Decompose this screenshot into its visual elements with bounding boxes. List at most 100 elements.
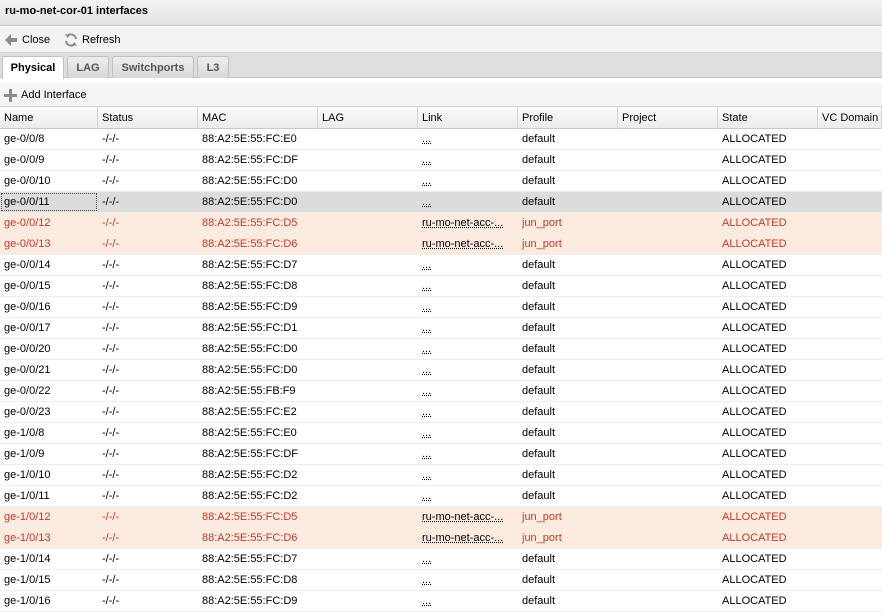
cell-mac: 88:A2:5E:55:FC:D6: [198, 528, 318, 548]
cell-lag: [318, 549, 418, 569]
link-cell-link[interactable]: ...: [422, 427, 431, 439]
link-cell-link[interactable]: ...: [422, 280, 431, 292]
cell-link: ...: [418, 486, 518, 506]
cell-vc-domain: [818, 192, 882, 212]
table-row[interactable]: ge-1/0/8 -/-/- 88:A2:5E:55:FC:E0... default…: [0, 423, 882, 444]
table-row[interactable]: ge-0/0/21 -/-/- 88:A2:5E:55:FC:D0... defaul…: [0, 360, 882, 381]
header-col-lag[interactable]: LAG: [318, 107, 418, 129]
table-row[interactable]: ge-0/0/22 -/-/- 88:A2:5E:55:FB:F9... defaul…: [0, 381, 882, 402]
cell-lag: [318, 591, 418, 611]
cell-status: -/-/-: [98, 255, 198, 275]
table-row[interactable]: ge-0/0/23 -/-/- 88:A2:5E:55:FC:E2... defaul…: [0, 402, 882, 423]
cell-vc-domain: [818, 150, 882, 170]
link-cell-link[interactable]: ...: [422, 553, 431, 565]
table-row[interactable]: ge-0/0/14 -/-/- 88:A2:5E:55:FC:D7... defaul…: [0, 255, 882, 276]
cell-vc-domain: [818, 297, 882, 317]
close-label: Close: [22, 34, 50, 46]
cell-project: [618, 192, 718, 212]
link-cell-link[interactable]: ...: [422, 301, 431, 313]
table-row[interactable]: ge-1/0/12 -/-/- 88:A2:5E:55:FC:D5 ru-mo-net…: [0, 507, 882, 528]
header-col-name[interactable]: Name: [0, 107, 98, 129]
link-cell-link[interactable]: ru-mo-net-acc-...: [422, 532, 503, 544]
link-cell-link[interactable]: ru-mo-net-acc-...: [422, 217, 503, 229]
cell-name: ge-1/0/11: [0, 486, 98, 506]
link-cell-link[interactable]: ...: [422, 259, 431, 271]
cell-status: -/-/-: [98, 402, 198, 422]
table-row[interactable]: ge-0/0/17 -/-/- 88:A2:5E:55:FC:D1... defaul…: [0, 318, 882, 339]
cell-status: -/-/-: [98, 381, 198, 401]
tab-l3[interactable]: L3: [197, 56, 229, 78]
cell-state: ALLOCATED: [718, 402, 818, 422]
cell-status: -/-/-: [98, 276, 198, 296]
add-interface-button[interactable]: Add Interface: [4, 87, 86, 103]
table-row[interactable]: ge-0/0/9 -/-/- 88:A2:5E:55:FC:DF... default…: [0, 150, 882, 171]
cell-state: ALLOCATED: [718, 360, 818, 380]
table-row[interactable]: ge-0/0/20 -/-/- 88:A2:5E:55:FC:D0... defaul…: [0, 339, 882, 360]
cell-name: ge-1/0/14: [0, 549, 98, 569]
header-col-profile[interactable]: Profile: [518, 107, 618, 129]
link-cell-link[interactable]: ru-mo-net-acc-...: [422, 511, 503, 523]
link-cell-link[interactable]: ...: [422, 364, 431, 376]
cell-profile: jun_port: [518, 213, 618, 233]
table-row[interactable]: ge-0/0/15 -/-/- 88:A2:5E:55:FC:D8... defaul…: [0, 276, 882, 297]
cell-vc-domain: [818, 465, 882, 485]
header-col-mac[interactable]: MAC: [198, 107, 318, 129]
link-cell-link[interactable]: ...: [422, 448, 431, 460]
table-row[interactable]: ge-0/0/12 -/-/- 88:A2:5E:55:FC:D5 ru-mo-net…: [0, 213, 882, 234]
cell-vc-domain: [818, 171, 882, 191]
table-row[interactable]: ge-1/0/13 -/-/- 88:A2:5E:55:FC:D6 ru-mo-net…: [0, 528, 882, 549]
cell-lag: [318, 360, 418, 380]
link-cell-link[interactable]: ...: [422, 406, 431, 418]
cell-project: [618, 150, 718, 170]
tab-lag[interactable]: LAG: [67, 56, 109, 78]
link-cell-link[interactable]: ...: [422, 490, 431, 502]
header-col-state[interactable]: State: [718, 107, 818, 129]
link-cell-link[interactable]: ...: [422, 196, 431, 208]
table-row[interactable]: ge-0/0/11 -/-/- 88:A2:5E:55:FC:D0... defaul…: [0, 192, 882, 213]
cell-profile: default: [518, 339, 618, 359]
table-row[interactable]: ge-1/0/10 -/-/- 88:A2:5E:55:FC:D2... defaul…: [0, 465, 882, 486]
link-cell-link[interactable]: ...: [422, 154, 431, 166]
tab-physical[interactable]: Physical: [2, 56, 64, 79]
cell-name: ge-1/0/13: [0, 528, 98, 548]
toolbar: Close Refresh: [0, 27, 882, 53]
link-cell-link[interactable]: ...: [422, 175, 431, 187]
link-cell-link[interactable]: ...: [422, 322, 431, 334]
table-row[interactable]: ge-0/0/8 -/-/- 88:A2:5E:55:FC:E0... default…: [0, 129, 882, 150]
table-row[interactable]: ge-0/0/13 -/-/- 88:A2:5E:55:FC:D6 ru-mo-net…: [0, 234, 882, 255]
close-button[interactable]: Close: [4, 32, 50, 48]
cell-project: [618, 486, 718, 506]
cell-profile: default: [518, 360, 618, 380]
table-row[interactable]: ge-0/0/16 -/-/- 88:A2:5E:55:FC:D9... defaul…: [0, 297, 882, 318]
cell-mac: 88:A2:5E:55:FB:F9: [198, 381, 318, 401]
header-col-link[interactable]: Link: [418, 107, 518, 129]
header-col-status[interactable]: Status: [98, 107, 198, 129]
cell-project: [618, 570, 718, 590]
link-cell-link[interactable]: ...: [422, 133, 431, 145]
header-col-vc-domain[interactable]: VC Domain: [818, 107, 882, 129]
table-row[interactable]: ge-1/0/14 -/-/- 88:A2:5E:55:FC:D7... defaul…: [0, 549, 882, 570]
cell-link: ...: [418, 423, 518, 443]
header-col-project[interactable]: Project: [618, 107, 718, 129]
table-row[interactable]: ge-1/0/15 -/-/- 88:A2:5E:55:FC:D8... defaul…: [0, 570, 882, 591]
link-cell-link[interactable]: ...: [422, 574, 431, 586]
link-cell-link[interactable]: ...: [422, 343, 431, 355]
table-row[interactable]: ge-1/0/16 -/-/- 88:A2:5E:55:FC:D9... defaul…: [0, 591, 882, 612]
cell-vc-domain: [818, 423, 882, 443]
link-cell-link[interactable]: ...: [422, 385, 431, 397]
cell-mac: 88:A2:5E:55:FC:D0: [198, 192, 318, 212]
link-cell-link[interactable]: ru-mo-net-acc-...: [422, 238, 503, 250]
table-row[interactable]: ge-1/0/9 -/-/- 88:A2:5E:55:FC:DF... default…: [0, 444, 882, 465]
cell-link: ...: [418, 465, 518, 485]
cell-name: ge-1/0/10: [0, 465, 98, 485]
table-row[interactable]: ge-0/0/10 -/-/- 88:A2:5E:55:FC:D0... defaul…: [0, 171, 882, 192]
cell-name: ge-0/0/14: [0, 255, 98, 275]
cell-status: -/-/-: [98, 171, 198, 191]
tab-switchports[interactable]: Switchports: [112, 56, 194, 78]
link-cell-link[interactable]: ...: [422, 469, 431, 481]
add-interface-label: Add Interface: [21, 89, 86, 101]
cell-link: ...: [418, 549, 518, 569]
refresh-button[interactable]: Refresh: [64, 32, 121, 48]
link-cell-link[interactable]: ...: [422, 595, 431, 607]
table-row[interactable]: ge-1/0/11 -/-/- 88:A2:5E:55:FC:D2... defaul…: [0, 486, 882, 507]
